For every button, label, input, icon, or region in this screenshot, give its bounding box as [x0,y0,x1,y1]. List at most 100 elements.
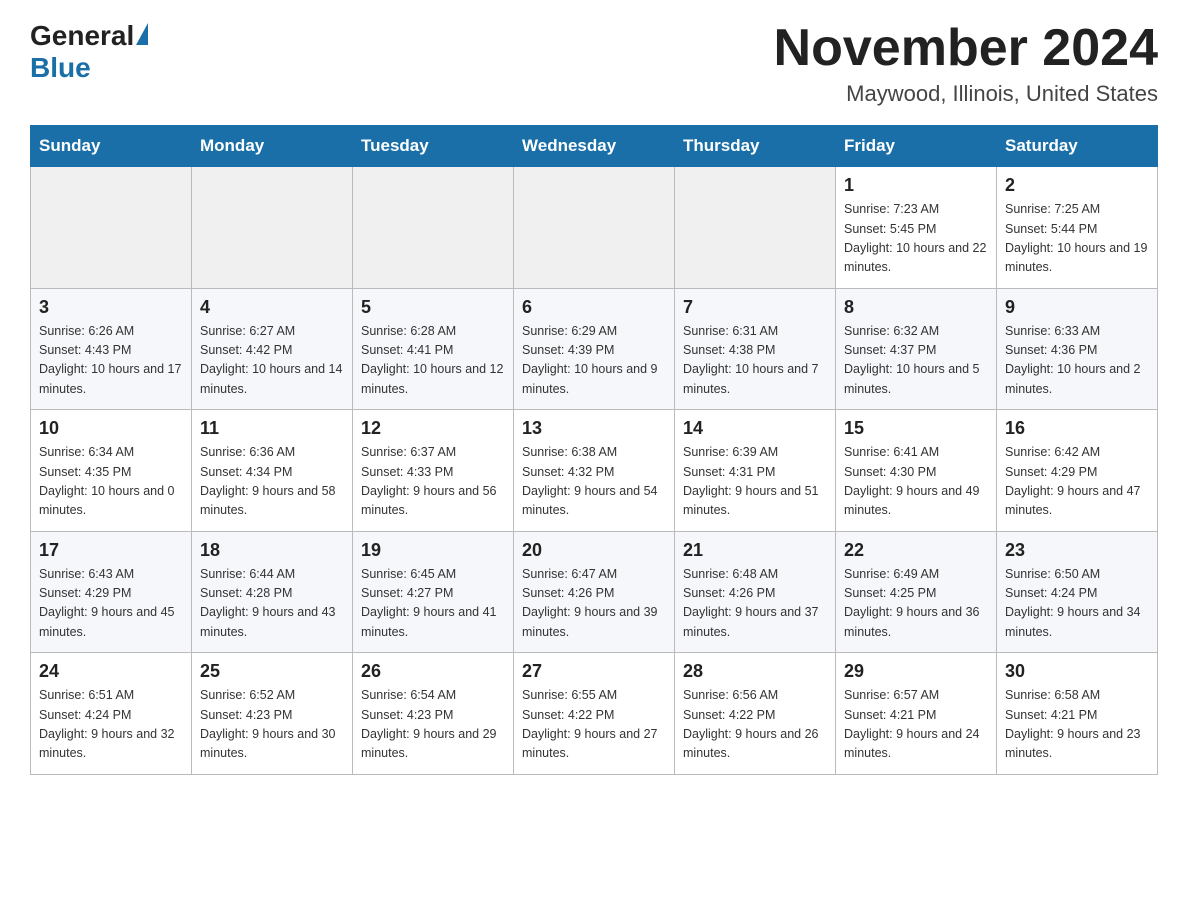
calendar-cell: 14Sunrise: 6:39 AMSunset: 4:31 PMDayligh… [675,410,836,532]
day-info: Sunrise: 7:23 AMSunset: 5:45 PMDaylight:… [844,200,988,278]
day-number: 3 [39,297,183,318]
day-info: Sunrise: 6:49 AMSunset: 4:25 PMDaylight:… [844,565,988,643]
logo-triangle-icon [136,23,148,45]
location-title: Maywood, Illinois, United States [774,81,1158,107]
day-info: Sunrise: 6:29 AMSunset: 4:39 PMDaylight:… [522,322,666,400]
calendar-cell: 17 Sunrise: 6:43 AMSunset: 4:29 PMDayligh… [31,531,192,653]
day-info: Sunrise: 6:28 AMSunset: 4:41 PMDaylight:… [361,322,505,400]
day-number: 29 [844,661,988,682]
day-number: 21 [683,540,827,561]
weekday-header-monday: Monday [192,126,353,167]
day-number: 8 [844,297,988,318]
calendar-table: SundayMondayTuesdayWednesdayThursdayFrid… [30,125,1158,775]
day-info: Sunrise: 6:48 AMSunset: 4:26 PMDaylight:… [683,565,827,643]
calendar-cell: 7 Sunrise: 6:31 AMSunset: 4:38 PMDaylight… [675,288,836,410]
day-info: Sunrise: 6:32 AMSunset: 4:37 PMDaylight:… [844,322,988,400]
day-number: 19 [361,540,505,561]
day-info: Sunrise: 6:34 AMSunset: 4:35 PMDaylight:… [39,443,183,521]
calendar-cell: 23 Sunrise: 6:50 AMSunset: 4:24 PMDayligh… [997,531,1158,653]
weekday-header-sunday: Sunday [31,126,192,167]
calendar-cell: 18Sunrise: 6:44 AMSunset: 4:28 PMDayligh… [192,531,353,653]
day-number: 26 [361,661,505,682]
day-info: Sunrise: 6:33 AMSunset: 4:36 PMDaylight:… [1005,322,1149,400]
day-info: Sunrise: 7:25 AMSunset: 5:44 PMDaylight:… [1005,200,1149,278]
calendar-cell [192,167,353,289]
calendar-cell [353,167,514,289]
day-info: Sunrise: 6:52 AMSunset: 4:23 PMDaylight:… [200,686,344,764]
calendar-cell [31,167,192,289]
page-header: General Blue November 2024 Maywood, Illi… [30,20,1158,107]
calendar-week-row: 10 Sunrise: 6:34 AMSunset: 4:35 PMDayligh… [31,410,1158,532]
day-number: 6 [522,297,666,318]
calendar-cell: 6 Sunrise: 6:29 AMSunset: 4:39 PMDaylight… [514,288,675,410]
day-number: 15 [844,418,988,439]
calendar-cell: 2 Sunrise: 7:25 AMSunset: 5:44 PMDaylight… [997,167,1158,289]
day-number: 10 [39,418,183,439]
day-number: 13 [522,418,666,439]
day-number: 30 [1005,661,1149,682]
calendar-cell: 19 Sunrise: 6:45 AMSunset: 4:27 PMDayligh… [353,531,514,653]
logo: General Blue [30,20,148,84]
day-number: 22 [844,540,988,561]
day-info: Sunrise: 6:27 AMSunset: 4:42 PMDaylight:… [200,322,344,400]
day-number: 27 [522,661,666,682]
day-number: 25 [200,661,344,682]
day-info: Sunrise: 6:50 AMSunset: 4:24 PMDaylight:… [1005,565,1149,643]
day-number: 28 [683,661,827,682]
weekday-header-friday: Friday [836,126,997,167]
day-number: 17 [39,540,183,561]
weekday-header-wednesday: Wednesday [514,126,675,167]
logo-blue-text: Blue [30,52,91,84]
day-number: 23 [1005,540,1149,561]
day-info: Sunrise: 6:37 AMSunset: 4:33 PMDaylight:… [361,443,505,521]
calendar-cell: 13 Sunrise: 6:38 AMSunset: 4:32 PMDayligh… [514,410,675,532]
day-info: Sunrise: 6:38 AMSunset: 4:32 PMDaylight:… [522,443,666,521]
day-info: Sunrise: 6:51 AMSunset: 4:24 PMDaylight:… [39,686,183,764]
calendar-cell: 15 Sunrise: 6:41 AMSunset: 4:30 PMDayligh… [836,410,997,532]
day-number: 11 [200,418,344,439]
day-number: 14 [683,418,827,439]
calendar-cell: 24 Sunrise: 6:51 AMSunset: 4:24 PMDayligh… [31,653,192,775]
weekday-header-saturday: Saturday [997,126,1158,167]
day-number: 2 [1005,175,1149,196]
day-number: 24 [39,661,183,682]
day-info: Sunrise: 6:57 AMSunset: 4:21 PMDaylight:… [844,686,988,764]
weekday-header-tuesday: Tuesday [353,126,514,167]
logo-general-text: General [30,20,134,52]
calendar-cell: 4 Sunrise: 6:27 AMSunset: 4:42 PMDaylight… [192,288,353,410]
calendar-cell: 22 Sunrise: 6:49 AMSunset: 4:25 PMDayligh… [836,531,997,653]
day-info: Sunrise: 6:55 AMSunset: 4:22 PMDaylight:… [522,686,666,764]
day-number: 7 [683,297,827,318]
calendar-cell: 30 Sunrise: 6:58 AMSunset: 4:21 PMDayligh… [997,653,1158,775]
day-info: Sunrise: 6:42 AMSunset: 4:29 PMDaylight:… [1005,443,1149,521]
calendar-cell: 12Sunrise: 6:37 AMSunset: 4:33 PMDayligh… [353,410,514,532]
day-info: Sunrise: 6:47 AMSunset: 4:26 PMDaylight:… [522,565,666,643]
day-info: Sunrise: 6:26 AMSunset: 4:43 PMDaylight:… [39,322,183,400]
calendar-cell: 28Sunrise: 6:56 AMSunset: 4:22 PMDayligh… [675,653,836,775]
day-info: Sunrise: 6:31 AMSunset: 4:38 PMDaylight:… [683,322,827,400]
day-info: Sunrise: 6:36 AMSunset: 4:34 PMDaylight:… [200,443,344,521]
weekday-header-thursday: Thursday [675,126,836,167]
calendar-cell: 1 Sunrise: 7:23 AMSunset: 5:45 PMDaylight… [836,167,997,289]
day-info: Sunrise: 6:41 AMSunset: 4:30 PMDaylight:… [844,443,988,521]
calendar-cell: 27 Sunrise: 6:55 AMSunset: 4:22 PMDayligh… [514,653,675,775]
calendar-cell: 8 Sunrise: 6:32 AMSunset: 4:37 PMDaylight… [836,288,997,410]
month-title: November 2024 [774,20,1158,77]
calendar-cell: 20 Sunrise: 6:47 AMSunset: 4:26 PMDayligh… [514,531,675,653]
day-info: Sunrise: 6:58 AMSunset: 4:21 PMDaylight:… [1005,686,1149,764]
day-number: 20 [522,540,666,561]
calendar-cell [514,167,675,289]
calendar-cell [675,167,836,289]
day-info: Sunrise: 6:44 AMSunset: 4:28 PMDaylight:… [200,565,344,643]
day-info: Sunrise: 6:43 AMSunset: 4:29 PMDaylight:… [39,565,183,643]
day-info: Sunrise: 6:45 AMSunset: 4:27 PMDaylight:… [361,565,505,643]
calendar-cell: 16 Sunrise: 6:42 AMSunset: 4:29 PMDayligh… [997,410,1158,532]
calendar-cell: 3 Sunrise: 6:26 AMSunset: 4:43 PMDaylight… [31,288,192,410]
calendar-cell: 5 Sunrise: 6:28 AMSunset: 4:41 PMDaylight… [353,288,514,410]
calendar-cell: 9Sunrise: 6:33 AMSunset: 4:36 PMDaylight… [997,288,1158,410]
day-number: 16 [1005,418,1149,439]
day-number: 4 [200,297,344,318]
day-number: 1 [844,175,988,196]
calendar-week-row: 17 Sunrise: 6:43 AMSunset: 4:29 PMDayligh… [31,531,1158,653]
day-number: 5 [361,297,505,318]
